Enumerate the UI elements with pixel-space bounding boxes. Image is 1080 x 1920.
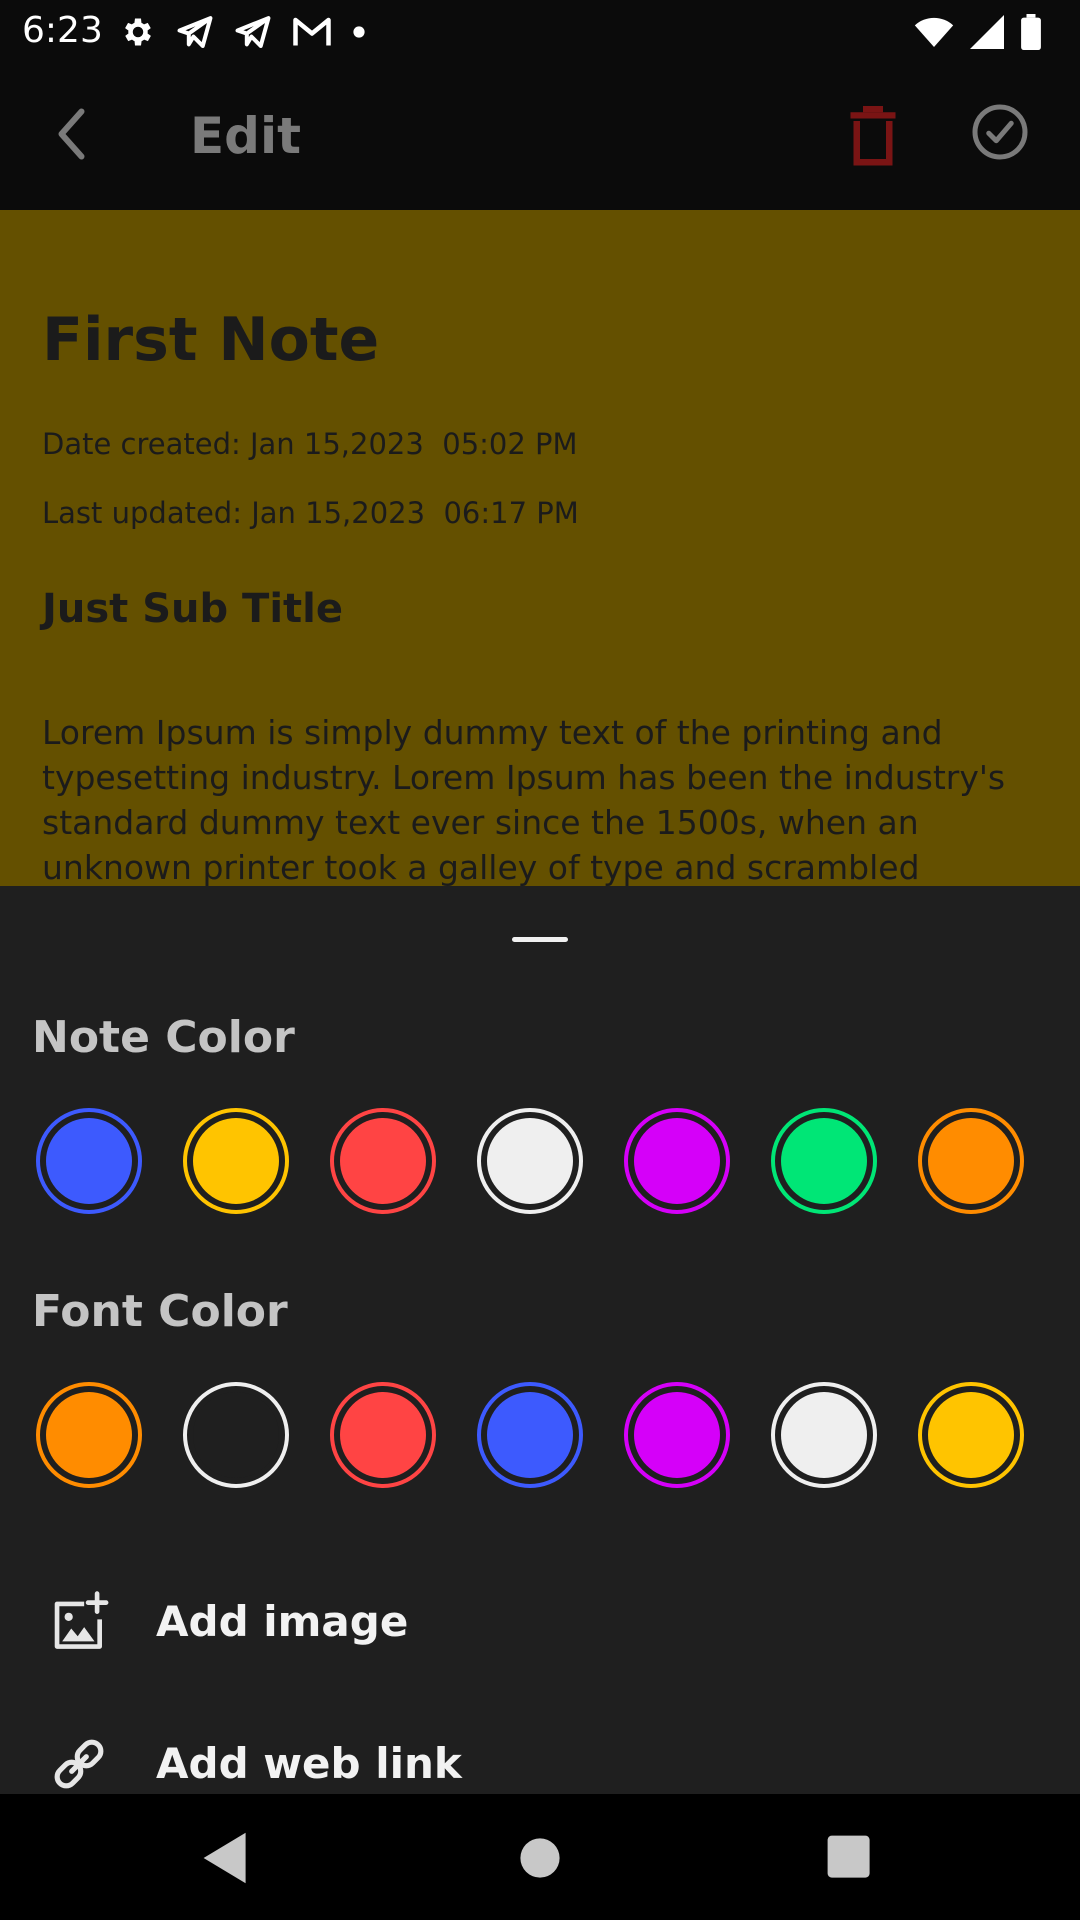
link-icon <box>54 1739 104 1789</box>
font-color-swatch-fill <box>193 1392 279 1478</box>
note-color-swatches <box>36 1108 1056 1214</box>
nav-home-icon <box>520 1838 560 1878</box>
note-color-label: Note Color <box>32 1012 295 1063</box>
font-color-swatch-white[interactable] <box>771 1382 877 1488</box>
font-color-label: Font Color <box>32 1286 288 1337</box>
telegram-icon <box>235 16 271 48</box>
check-circle-icon <box>972 104 1028 160</box>
sheet-drag-handle[interactable] <box>512 937 568 942</box>
note-color-swatch-purple[interactable] <box>624 1108 730 1214</box>
save-done-button[interactable] <box>970 102 1030 162</box>
telegram-icon <box>177 16 213 48</box>
add-image-label: Add image <box>156 1597 409 1646</box>
back-button[interactable] <box>44 104 104 164</box>
note-color-swatch-fill <box>781 1118 867 1204</box>
options-bottom-sheet: Note Color Font Color Add image Add web … <box>0 886 1080 1794</box>
delete-button[interactable] <box>848 106 898 166</box>
status-bar: 6:23 <box>0 0 1080 62</box>
battery-icon <box>1021 14 1041 50</box>
note-body[interactable]: Lorem Ipsum is simply dummy text of the … <box>42 710 1042 886</box>
add-web-link-label: Add web link <box>156 1739 462 1788</box>
note-color-swatch-blue[interactable] <box>36 1108 142 1214</box>
note-color-swatch-fill <box>928 1118 1014 1204</box>
font-color-swatch-fill <box>340 1392 426 1478</box>
font-color-swatch-fill <box>928 1392 1014 1478</box>
note-color-swatch-fill <box>340 1118 426 1204</box>
note-color-swatch-green[interactable] <box>771 1108 877 1214</box>
gear-icon <box>125 18 151 46</box>
nav-home-button[interactable] <box>512 1830 568 1886</box>
system-nav-bar <box>0 1794 1080 1920</box>
last-updated: Last updated: Jan 15,2023 06:17 PM <box>42 496 579 530</box>
font-color-swatch-red[interactable] <box>330 1382 436 1488</box>
nav-back-button[interactable] <box>198 1830 254 1886</box>
note-color-swatch-fill <box>487 1118 573 1204</box>
note-color-swatch-orange[interactable] <box>918 1108 1024 1214</box>
gmail-icon <box>293 17 331 46</box>
date-created: Date created: Jan 15,2023 05:02 PM <box>42 427 578 461</box>
font-color-swatch-fill <box>487 1392 573 1478</box>
note-content[interactable]: First Note Date created: Jan 15,2023 05:… <box>0 210 1080 886</box>
font-color-swatch-fill <box>46 1392 132 1478</box>
note-color-swatch-fill <box>634 1118 720 1204</box>
font-color-swatch-yellow[interactable] <box>918 1382 1024 1488</box>
app-bar: Edit <box>0 62 1080 210</box>
nav-recents-button[interactable] <box>822 1830 878 1886</box>
font-color-swatch-orange[interactable] <box>36 1382 142 1488</box>
font-color-swatch-fill <box>781 1392 867 1478</box>
status-time: 6:23 <box>22 10 103 51</box>
dot-icon <box>353 26 365 38</box>
signal-icon <box>970 15 1004 49</box>
status-system-icons <box>914 12 1042 52</box>
note-color-swatch-fill <box>46 1118 132 1204</box>
status-notification-icons <box>120 12 366 52</box>
note-subtitle[interactable]: Just Sub Title <box>42 582 343 636</box>
font-color-swatches <box>36 1382 1056 1488</box>
screen: 6:23 Edit First Note Date created: Jan 1… <box>0 0 1080 1920</box>
note-color-swatch-fill <box>193 1118 279 1204</box>
add-web-link-button[interactable]: Add web link <box>48 1729 462 1799</box>
font-color-swatch-black[interactable] <box>183 1382 289 1488</box>
arrow-back-icon <box>58 108 85 160</box>
page-title: Edit <box>190 107 301 165</box>
nav-back-icon <box>203 1832 246 1884</box>
note-color-swatch-white[interactable] <box>477 1108 583 1214</box>
note-title[interactable]: First Note <box>42 302 379 378</box>
add-image-icon <box>54 1591 109 1649</box>
trash-icon <box>850 106 896 166</box>
note-color-swatch-yellow[interactable] <box>183 1108 289 1214</box>
note-color-swatch-red[interactable] <box>330 1108 436 1214</box>
nav-recents-icon <box>827 1835 870 1878</box>
add-image-button[interactable]: Add image <box>48 1587 408 1657</box>
font-color-swatch-fill <box>634 1392 720 1478</box>
font-color-swatch-purple[interactable] <box>624 1382 730 1488</box>
wifi-icon <box>914 17 954 47</box>
font-color-swatch-blue[interactable] <box>477 1382 583 1488</box>
